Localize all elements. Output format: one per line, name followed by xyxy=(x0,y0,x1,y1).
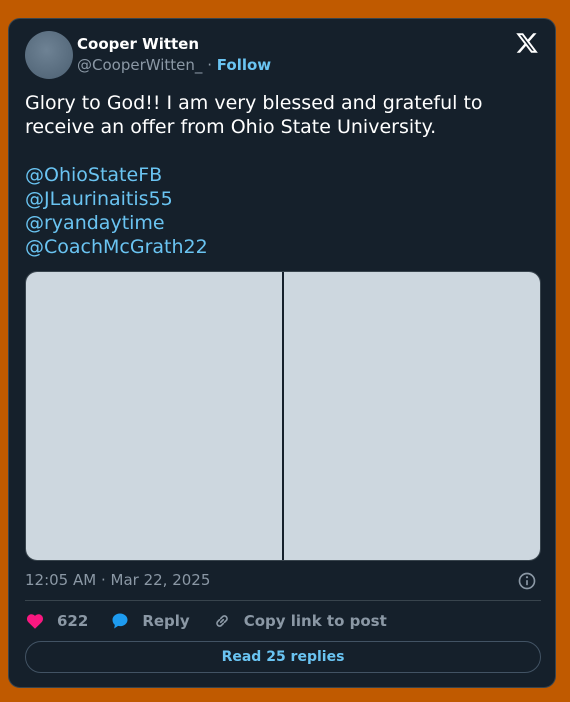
copy-link-label: Copy link to post xyxy=(243,612,387,630)
separator-dot: · xyxy=(207,56,212,74)
like-button[interactable]: 622 xyxy=(25,611,88,631)
link-icon xyxy=(215,615,228,627)
info-icon[interactable] xyxy=(517,571,537,591)
media-grid xyxy=(25,271,541,561)
mention-link[interactable]: @JLaurinaitis55 xyxy=(25,187,537,211)
reply-label: Reply xyxy=(142,612,190,630)
like-count: 622 xyxy=(57,612,89,630)
media-image-2[interactable] xyxy=(284,272,540,560)
read-replies-button[interactable]: Read 25 replies xyxy=(25,641,541,673)
mention-link[interactable]: @CoachMcGrath22 xyxy=(25,235,537,259)
author-handle-line: @CooperWitten_ · Follow xyxy=(77,56,271,74)
tweet-text: Glory to God!! I am very blessed and gra… xyxy=(25,91,537,259)
mention-link[interactable]: @ryandaytime xyxy=(25,211,537,235)
follow-button[interactable]: Follow xyxy=(217,56,271,74)
tweet-card: Cooper Witten @CooperWitten_ · Follow Gl… xyxy=(8,18,556,688)
x-logo-icon[interactable] xyxy=(515,31,539,55)
author-handle[interactable]: @CooperWitten_ xyxy=(77,56,202,74)
reply-button[interactable]: Reply xyxy=(110,611,190,631)
timestamp[interactable]: 12:05 AM · Mar 22, 2025 xyxy=(25,571,210,589)
heart-icon xyxy=(26,614,44,629)
author-name[interactable]: Cooper Witten xyxy=(77,35,199,53)
action-bar: 622 Reply Copy link to post xyxy=(25,611,409,631)
divider xyxy=(25,600,541,601)
tweet-body: Glory to God!! I am very blessed and gra… xyxy=(25,92,483,138)
avatar[interactable] xyxy=(25,31,73,79)
mention-link[interactable]: @OhioStateFB xyxy=(25,163,537,187)
media-image-1[interactable] xyxy=(26,272,282,560)
speech-bubble-icon xyxy=(112,613,128,629)
copy-link-button[interactable]: Copy link to post xyxy=(212,611,387,631)
